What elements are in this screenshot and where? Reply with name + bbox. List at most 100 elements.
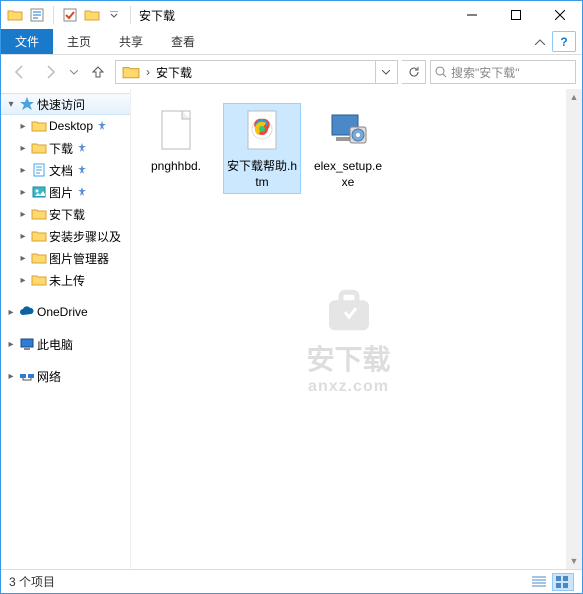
- sidebar-quick-access[interactable]: ▾ 快速访问: [1, 93, 130, 115]
- blank-file-icon: [152, 107, 200, 155]
- folder-icon: [31, 228, 47, 244]
- chevron-right-icon[interactable]: ▸: [17, 253, 29, 264]
- sidebar-item[interactable]: ▸ 未上传: [1, 269, 130, 291]
- up-button[interactable]: [85, 59, 111, 85]
- folder-icon[interactable]: [5, 4, 25, 26]
- file-list[interactable]: 安下载 anxz.com pnghhbd. 安下载帮助.htm elex_setup…: [131, 89, 566, 569]
- separator: [130, 6, 131, 24]
- breadcrumb-item[interactable]: 安下载: [152, 61, 196, 83]
- sidebar-onedrive[interactable]: ▸ OneDrive: [1, 301, 130, 323]
- file-item[interactable]: pnghhbd.: [137, 103, 215, 194]
- pin-icon: [77, 165, 87, 175]
- file-label: elex_setup.exe: [313, 159, 383, 190]
- sidebar-item[interactable]: ▸ 图片管理器: [1, 247, 130, 269]
- titlebar: 安下载: [1, 1, 582, 29]
- search-placeholder: 搜索"安下载": [451, 64, 520, 81]
- chevron-right-icon[interactable]: ▸: [5, 339, 17, 350]
- tab-share[interactable]: 共享: [105, 29, 157, 54]
- window-title: 安下载: [135, 7, 450, 24]
- file-item[interactable]: elex_setup.exe: [309, 103, 387, 194]
- chevron-right-icon[interactable]: ▸: [17, 187, 29, 198]
- qat-check-icon[interactable]: [60, 4, 80, 26]
- forward-button[interactable]: [37, 59, 63, 85]
- icons-view-button[interactable]: [552, 573, 574, 591]
- separator: [53, 6, 54, 24]
- monitor-icon: [19, 336, 35, 352]
- sidebar-this-pc[interactable]: ▸ 此电脑: [1, 333, 130, 355]
- status-bar: 3 个项目: [1, 569, 582, 593]
- tab-view[interactable]: 查看: [157, 29, 209, 54]
- sidebar-item-label: 下载: [49, 140, 73, 157]
- chevron-right-icon[interactable]: ▸: [17, 275, 29, 286]
- sidebar-item[interactable]: ▸ 安装步骤以及: [1, 225, 130, 247]
- chevron-right-icon[interactable]: ›: [144, 65, 152, 79]
- pin-icon: [97, 121, 107, 131]
- back-button[interactable]: [7, 59, 33, 85]
- chevron-down-icon[interactable]: ▾: [5, 99, 17, 110]
- chevron-right-icon[interactable]: ▸: [17, 165, 29, 176]
- refresh-button[interactable]: [402, 60, 426, 84]
- sidebar-item[interactable]: ▸ 安下载: [1, 203, 130, 225]
- breadcrumb-bar[interactable]: › 安下载: [115, 60, 398, 84]
- chevron-right-icon[interactable]: ▸: [17, 209, 29, 220]
- address-bar: › 安下载 搜索"安下载": [1, 55, 582, 89]
- sidebar-item[interactable]: ▸ 图片: [1, 181, 130, 203]
- pictures-icon: [31, 184, 47, 200]
- search-input[interactable]: 搜索"安下载": [430, 60, 576, 84]
- folder-icon: [31, 250, 47, 266]
- file-label: pnghhbd.: [151, 159, 201, 175]
- cloud-icon: [19, 304, 35, 320]
- ribbon: 文件 主页 共享 查看 ?: [1, 29, 582, 55]
- watermark: 安下载 anxz.com: [306, 284, 390, 396]
- doc-icon: [31, 162, 47, 178]
- item-count: 3 个项目: [9, 573, 55, 590]
- address-dropdown-icon[interactable]: [375, 61, 395, 83]
- navigation-pane: ▾ 快速访问 ▸ Desktop ▸ 下载 ▸ 文档 ▸ 图片 ▸ 安下载 ▸ 安装步骤以及 ▸ 图片管理…: [1, 89, 131, 569]
- exe-file-icon: [324, 107, 372, 155]
- sidebar-item-label: 文档: [49, 162, 73, 179]
- scroll-up-icon[interactable]: ▲: [566, 89, 582, 105]
- recent-locations-button[interactable]: [67, 59, 81, 85]
- close-button[interactable]: [538, 1, 582, 29]
- sidebar-item-label: 未上传: [49, 272, 85, 289]
- sidebar-item-label: 安装步骤以及: [49, 228, 121, 245]
- sidebar-item[interactable]: ▸ 下载: [1, 137, 130, 159]
- file-item[interactable]: 安下载帮助.htm: [223, 103, 301, 194]
- chevron-right-icon[interactable]: ▸: [5, 307, 17, 318]
- details-view-button[interactable]: [528, 573, 550, 591]
- sidebar-item-label: 安下载: [49, 206, 85, 223]
- folder-icon: [31, 272, 47, 288]
- chevron-right-icon[interactable]: ▸: [17, 143, 29, 154]
- sidebar-network[interactable]: ▸ 网络: [1, 365, 130, 387]
- maximize-button[interactable]: [494, 1, 538, 29]
- network-icon: [19, 368, 35, 384]
- ribbon-collapse-icon[interactable]: [528, 29, 552, 54]
- sidebar-item-label: 图片: [49, 184, 73, 201]
- minimize-button[interactable]: [450, 1, 494, 29]
- quick-access-toolbar: [5, 4, 135, 26]
- window-controls: [450, 1, 582, 29]
- qat-overflow-icon[interactable]: [104, 4, 124, 26]
- sidebar-item[interactable]: ▸ 文档: [1, 159, 130, 181]
- html-file-icon: [238, 107, 286, 155]
- file-tab[interactable]: 文件: [1, 29, 53, 54]
- folder-icon: [122, 63, 140, 81]
- folder-icon: [31, 140, 47, 156]
- qat-dropdown-icon[interactable]: [82, 4, 102, 26]
- main-area: ▾ 快速访问 ▸ Desktop ▸ 下载 ▸ 文档 ▸ 图片 ▸ 安下载 ▸ 安装步骤以及 ▸ 图片管理…: [1, 89, 582, 569]
- chevron-right-icon[interactable]: ▸: [5, 371, 17, 382]
- vertical-scrollbar[interactable]: ▲ ▼: [566, 89, 582, 569]
- sidebar-item-label: 图片管理器: [49, 250, 109, 267]
- folder-icon: [31, 118, 47, 134]
- chevron-right-icon[interactable]: ▸: [17, 121, 29, 132]
- sidebar-item[interactable]: ▸ Desktop: [1, 115, 130, 137]
- properties-icon[interactable]: [27, 4, 47, 26]
- sidebar-item-label: Desktop: [49, 119, 93, 133]
- help-button[interactable]: ?: [552, 31, 576, 52]
- folder-icon: [31, 206, 47, 222]
- chevron-right-icon[interactable]: ▸: [17, 231, 29, 242]
- star-icon: [19, 96, 35, 112]
- scroll-down-icon[interactable]: ▼: [566, 553, 582, 569]
- tab-home[interactable]: 主页: [53, 29, 105, 54]
- pin-icon: [77, 143, 87, 153]
